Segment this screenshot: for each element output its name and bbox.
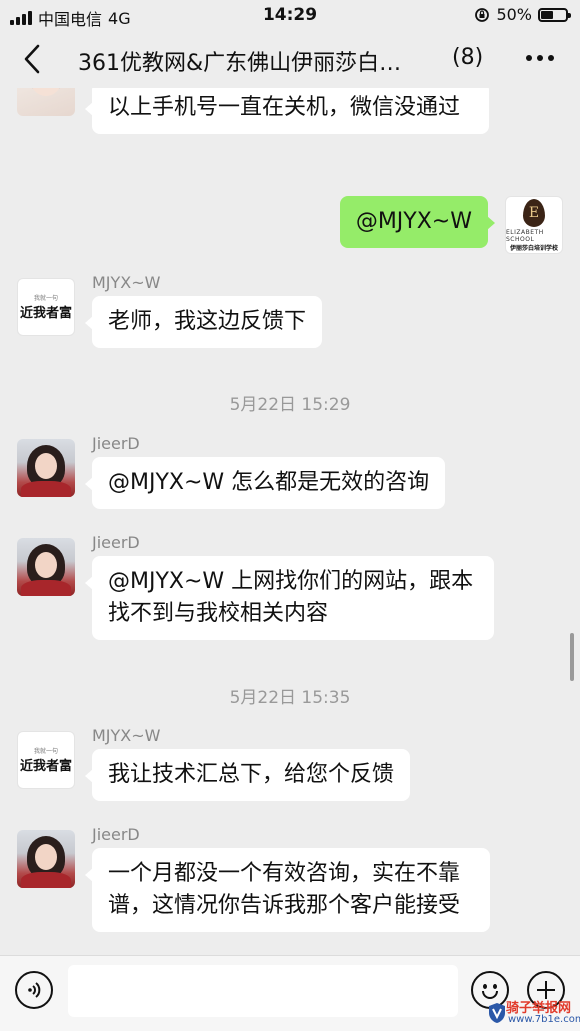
message-bubble[interactable]: @MJYX~W 上网找你们的网站，跟本找不到与我校相关内容 xyxy=(85,556,494,640)
emoji-icon xyxy=(483,984,487,989)
more-icon xyxy=(526,55,532,61)
chat-header: 361优教网&广东佛山伊丽莎白… (8) xyxy=(0,30,580,88)
battery-icon xyxy=(538,7,571,22)
status-right: 50% xyxy=(474,5,571,24)
message-item: JieerD @MJYX~W 怎么都是无效的咨询 xyxy=(0,434,580,509)
message-bubble[interactable]: 以上手机号一直在关机，微信没通过 xyxy=(85,88,489,134)
watermark: 骑子举报网 www.7b1e.com xyxy=(488,997,580,1029)
message-bubble[interactable]: 老师，我这边反馈下 xyxy=(84,296,323,348)
sender-name: JieerD xyxy=(92,533,140,552)
message-bubble[interactable]: @MJYX~W 怎么都是无效的咨询 xyxy=(84,457,446,509)
timestamp: 5月22日 15:29 xyxy=(229,395,351,415)
rotation-lock-icon xyxy=(475,7,490,22)
message-item: 以上手机号一直在关机，微信没通过 xyxy=(0,88,580,146)
voice-icon xyxy=(28,982,41,998)
watermark-url: www.7b1e.com xyxy=(508,1014,580,1025)
avatar-text: 近我者富 xyxy=(19,306,72,321)
voice-button[interactable] xyxy=(15,971,53,1009)
avatar-caption: 我就一句 xyxy=(33,748,58,755)
battery-fill xyxy=(541,10,553,19)
avatar-text: 近我者富 xyxy=(19,759,72,774)
sender-name: JieerD xyxy=(92,825,140,844)
battery-percent: 50% xyxy=(496,5,532,24)
scrollbar[interactable] xyxy=(570,633,574,681)
avatar-brand: ELIZABETH SCHOOL xyxy=(506,228,544,243)
avatar[interactable] xyxy=(17,88,75,116)
elizabeth-logo-icon: E xyxy=(523,198,545,227)
sender-name: MJYX~W xyxy=(92,726,161,745)
timestamp: 5月22日 15:35 xyxy=(229,688,351,708)
message-input[interactable] xyxy=(68,965,458,1017)
avatar[interactable]: 我就一句 近我者富 xyxy=(17,278,75,336)
avatar-brand-cn: 伊丽莎白培训学校 xyxy=(509,244,558,252)
message-bubble[interactable]: 我让技术汇总下，给您个反馈 xyxy=(84,749,411,801)
more-button[interactable] xyxy=(526,55,554,61)
avatar[interactable]: 我就一句 近我者富 xyxy=(17,731,75,789)
avatar[interactable] xyxy=(17,830,75,888)
message-list[interactable]: 以上手机号一直在关机，微信没通过 E ELIZABETH SCHOOL 伊丽莎白… xyxy=(0,88,580,955)
message-bubble[interactable]: @MJYX~W xyxy=(339,196,496,248)
sender-name: MJYX~W xyxy=(92,273,161,292)
member-count: (8) xyxy=(452,45,484,70)
message-item: JieerD 一个月都没一个有效咨询，实在不靠谱，这情况你告诉我那个客户能接受 xyxy=(0,825,580,932)
back-chevron-icon xyxy=(24,44,40,74)
avatar[interactable] xyxy=(17,538,75,596)
avatar[interactable] xyxy=(17,439,75,497)
status-bar: 中国电信 4G 14:29 50% xyxy=(0,0,580,30)
watermark-logo-icon xyxy=(489,1003,505,1023)
back-button[interactable] xyxy=(18,42,48,76)
chat-title: 361优教网&广东佛山伊丽莎白… xyxy=(78,51,402,76)
avatar-caption: 我就一句 xyxy=(33,295,58,302)
sender-name: JieerD xyxy=(92,434,140,453)
message-bubble[interactable]: 一个月都没一个有效咨询，实在不靠谱，这情况你告诉我那个客户能接受 xyxy=(85,848,490,932)
message-item: JieerD @MJYX~W 上网找你们的网站，跟本找不到与我校相关内容 xyxy=(0,533,580,640)
avatar[interactable]: E ELIZABETH SCHOOL 伊丽莎白培训学校 xyxy=(505,196,563,254)
